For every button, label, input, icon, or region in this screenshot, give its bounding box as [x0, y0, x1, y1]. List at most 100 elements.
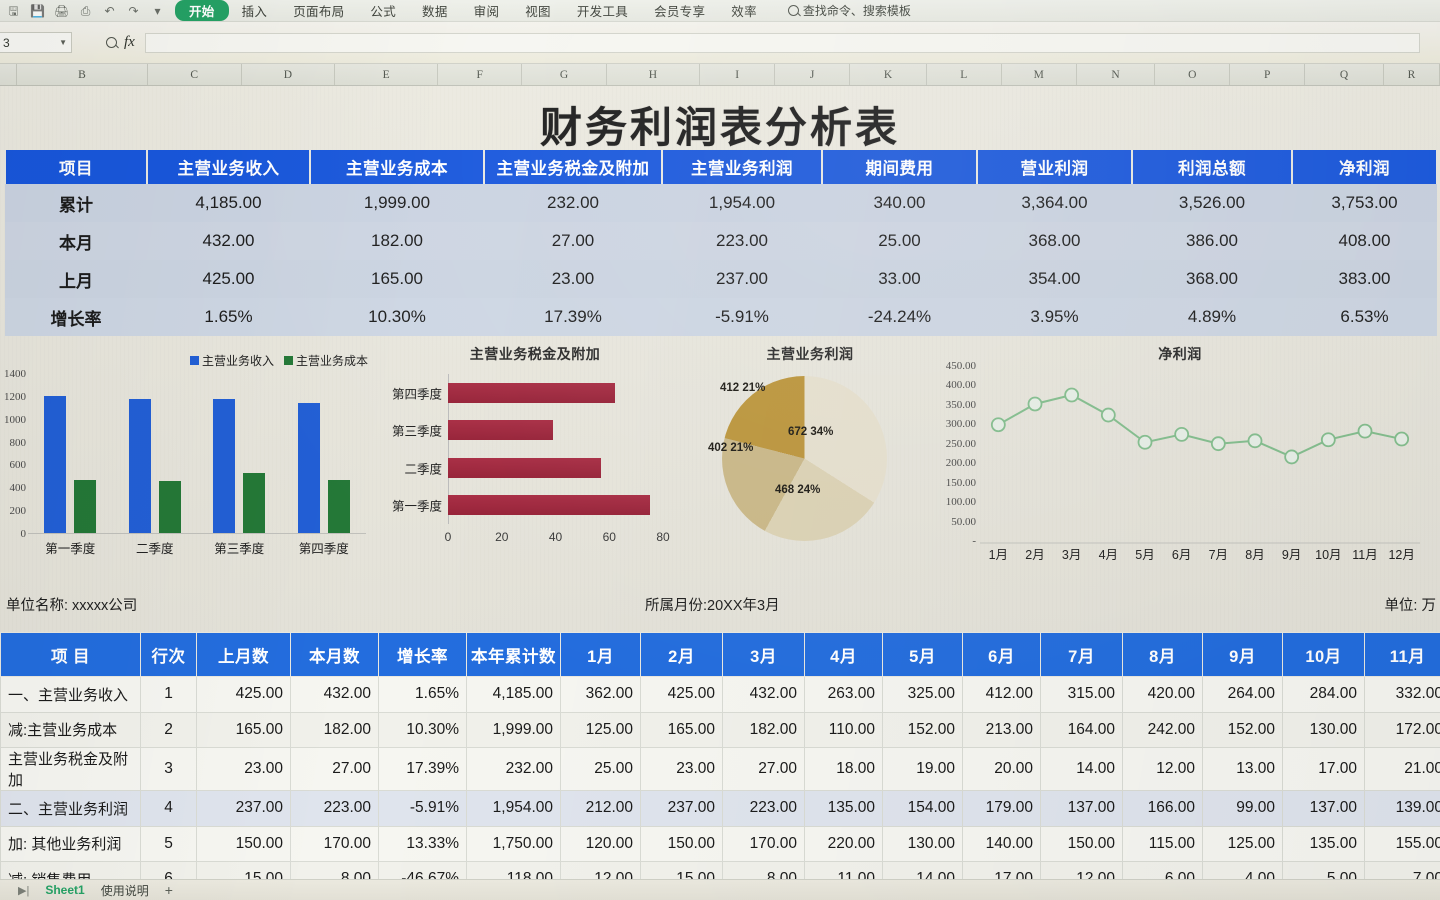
last-sheet-icon[interactable]: ▶|	[18, 884, 29, 897]
column-header-i[interactable]: I	[700, 64, 776, 85]
chevron-down-icon[interactable]: ▼	[59, 38, 67, 47]
detail-row-this-month: 223.00	[290, 790, 379, 827]
detail-row-this-month: 432.00	[290, 676, 379, 713]
column-header-j[interactable]: J	[775, 64, 851, 85]
chart-main-profit-pie[interactable]: 主营业务利润 672 34% 468 24% 402 21% 412 21%	[700, 334, 920, 586]
sheet-tab-instructions[interactable]: 使用说明	[101, 882, 149, 899]
detail-row-month-cell: 137.00	[1282, 790, 1365, 827]
column-header-row: BCDEFGHIJKLMNOPQR	[0, 64, 1440, 86]
column-header-d[interactable]: D	[242, 64, 336, 85]
add-sheet-button[interactable]: +	[165, 882, 173, 898]
summary-cell: 383.00	[1292, 260, 1437, 298]
tab-page-layout[interactable]: 页面布局	[280, 0, 357, 21]
column-header-c[interactable]: C	[148, 64, 242, 85]
undo-icon[interactable]: ↶	[102, 4, 117, 18]
column-header-p[interactable]: P	[1230, 64, 1306, 85]
chart4-x-label: 9月	[1281, 548, 1302, 562]
chart1-y-tick: 600	[9, 459, 27, 472]
tab-start[interactable]: 开始	[175, 0, 229, 21]
detail-row-month-cell: 263.00	[804, 676, 883, 713]
detail-row-month-cell: 19.00	[882, 747, 963, 791]
pie-slice-label: 412 21%	[720, 382, 766, 394]
detail-col-header-3: 本月数	[290, 632, 379, 677]
detail-row-month-cell: 332.00	[1364, 676, 1440, 713]
column-header-g[interactable]: G	[522, 64, 607, 85]
summary-cell: 25.00	[822, 222, 977, 260]
chart-tax-by-quarter[interactable]: 主营业务税金及附加 第四季度 第三季度 二季度 第一季度 0 20 40 60 80	[370, 334, 700, 586]
column-header-q[interactable]: Q	[1305, 64, 1384, 85]
save-icon[interactable]: 🖫	[6, 4, 21, 18]
chart1-x-label: 二季度	[135, 542, 174, 556]
tab-formula[interactable]: 公式	[357, 0, 409, 21]
formula-search-icon[interactable]	[106, 37, 117, 48]
detail-row-month-cell: 20.00	[962, 747, 1041, 791]
worksheet-area: 财务利润表分析表 项目 主营业务收入 主营业务成本 主营业务税金及附加 主营业务…	[0, 86, 1440, 898]
print-icon[interactable]: 🖨	[54, 4, 69, 18]
summary-cell: 3,526.00	[1132, 184, 1292, 222]
pie-slice-label: 402 21%	[708, 442, 754, 454]
detail-col-header-6: 1月	[560, 632, 641, 677]
chart1-bar	[213, 399, 235, 534]
table-row: 二、主营业务利润 4 237.00 223.00 -5.91% 1,954.00 212.0…	[0, 790, 1440, 827]
summary-cell: 27.00	[484, 222, 662, 260]
chart2-bar	[448, 457, 602, 478]
chart1-y-tick: 0	[20, 528, 27, 540]
redo-icon[interactable]: ↷	[126, 4, 141, 18]
tab-insert[interactable]: 插入	[229, 0, 281, 21]
tab-member-exclusive[interactable]: 会员专享	[641, 0, 718, 21]
chart4-x-label: 12月	[1388, 548, 1415, 562]
chart2-category-label: 第三季度	[391, 424, 442, 439]
chart-net-profit-line[interactable]: 净利润 450.00 400.00 350.00 300.00 250.00 200.00…	[920, 334, 1440, 586]
tab-developer-tools[interactable]: 开发工具	[564, 0, 641, 21]
tab-data[interactable]: 数据	[409, 0, 461, 21]
detail-col-header-0: 项 目	[0, 632, 141, 677]
insert-function-icon[interactable]: fx	[124, 34, 135, 51]
detail-row-prev-month: 165.00	[196, 711, 291, 748]
summary-cell: 368.00	[1132, 260, 1292, 298]
detail-row-month-cell: 21.00	[1364, 747, 1440, 791]
sheet-tab-sheet1[interactable]: Sheet1	[45, 883, 84, 897]
column-header-l[interactable]: L	[927, 64, 1002, 85]
column-header-h[interactable]: H	[607, 64, 701, 85]
chart4-x-label: 8月	[1245, 548, 1265, 562]
detail-row-month-cell: 420.00	[1122, 676, 1203, 713]
chart2-category-label: 第一季度	[391, 499, 442, 514]
detail-row-month-cell: 110.00	[804, 711, 883, 748]
column-header-o[interactable]: O	[1155, 64, 1231, 85]
detail-col-header-7: 2月	[640, 632, 723, 677]
name-box[interactable]: 3 ▼	[0, 32, 72, 53]
pie-slice-label: 468 24%	[775, 484, 821, 496]
pie-slices	[722, 376, 887, 541]
legend-swatch-revenue	[190, 356, 199, 365]
ribbon-tabs: 开始 插入 页面布局 公式 数据 审阅 视图 开发工具 会员专享 效率	[175, 0, 770, 21]
detail-row-month-cell: 223.00	[722, 790, 805, 827]
detail-row-month-cell: 315.00	[1040, 676, 1123, 713]
column-header-e[interactable]: E	[335, 64, 439, 85]
tab-view[interactable]: 视图	[512, 0, 564, 21]
formula-input[interactable]	[144, 32, 1420, 53]
detail-row-month-cell: 412.00	[962, 676, 1041, 713]
tab-review[interactable]: 审阅	[461, 0, 513, 21]
search-icon	[787, 5, 799, 16]
column-header-m[interactable]: M	[1002, 64, 1077, 85]
chart4-x-label: 1月	[988, 548, 1009, 562]
detail-row-this-month: 170.00	[290, 825, 379, 862]
customize-qat-icon[interactable]: ▾	[150, 4, 165, 18]
detail-row-month-cell: 170.00	[722, 825, 805, 862]
summary-cell: 4,185.00	[147, 184, 310, 222]
print-preview-icon[interactable]: ⎙	[78, 4, 93, 18]
column-header-r[interactable]: R	[1384, 64, 1440, 85]
column-header-n[interactable]: N	[1077, 64, 1156, 85]
detail-row-month-cell: 23.00	[640, 747, 723, 791]
chart-quarterly-revenue-cost[interactable]: 主营业务收入 主营业务成本 1400 1200 1000 800 600 400 200 0 …	[0, 334, 370, 586]
save-as-icon[interactable]: 💾	[30, 4, 45, 18]
spreadsheet-window: 🖫 💾 🖨 ⎙ ↶ ↷ ▾ 开始 插入 页面布局 公式 数据 审阅 视图 开发工…	[0, 0, 1440, 900]
quick-access-toolbar: 🖫 💾 🖨 ⎙ ↶ ↷ ▾	[0, 4, 165, 18]
column-header-f[interactable]: F	[438, 64, 523, 85]
tab-efficiency[interactable]: 效率	[718, 0, 770, 21]
column-header-k[interactable]: K	[850, 64, 927, 85]
ribbon-search[interactable]: 查找命令、搜索模板	[787, 2, 911, 19]
column-header-b[interactable]: B	[17, 64, 148, 85]
chart1-x-label: 第四季度	[298, 542, 349, 556]
detail-row-growth: 17.39%	[378, 747, 467, 791]
